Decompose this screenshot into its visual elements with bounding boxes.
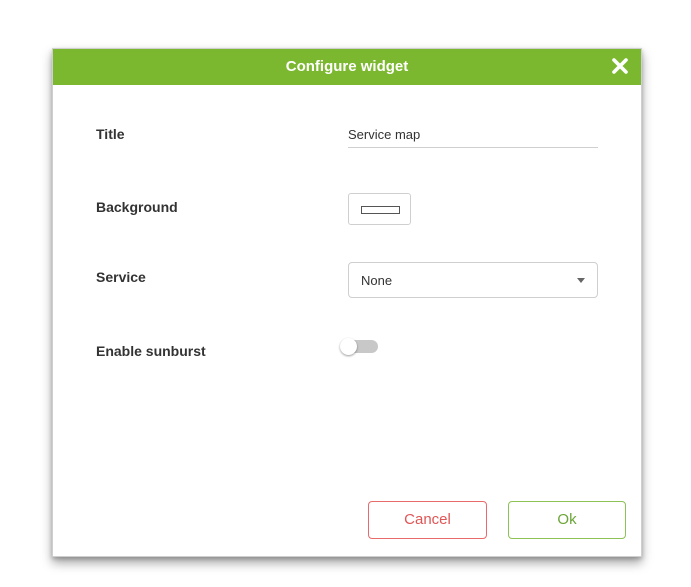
service-select[interactable]: None [348, 262, 598, 298]
title-input[interactable] [348, 121, 598, 148]
title-label: Title [96, 126, 125, 142]
enable-sunburst-toggle[interactable] [340, 338, 378, 355]
chevron-down-icon [577, 278, 585, 283]
toggle-knob [340, 338, 357, 355]
dialog-titlebar: Configure widget [53, 49, 641, 85]
dialog-title: Configure widget [285, 58, 409, 75]
service-label: Service [96, 269, 146, 285]
enable-sunburst-label: Enable sunburst [96, 343, 206, 359]
configure-widget-dialog: Configure widget Title Background Servic… [52, 48, 642, 557]
cancel-button[interactable]: Cancel [368, 501, 487, 539]
close-icon[interactable] [609, 55, 631, 77]
background-label: Background [96, 199, 178, 215]
service-select-value: None [361, 273, 393, 288]
color-swatch [361, 206, 400, 214]
ok-button[interactable]: Ok [508, 501, 626, 539]
background-color-picker[interactable] [348, 193, 411, 225]
